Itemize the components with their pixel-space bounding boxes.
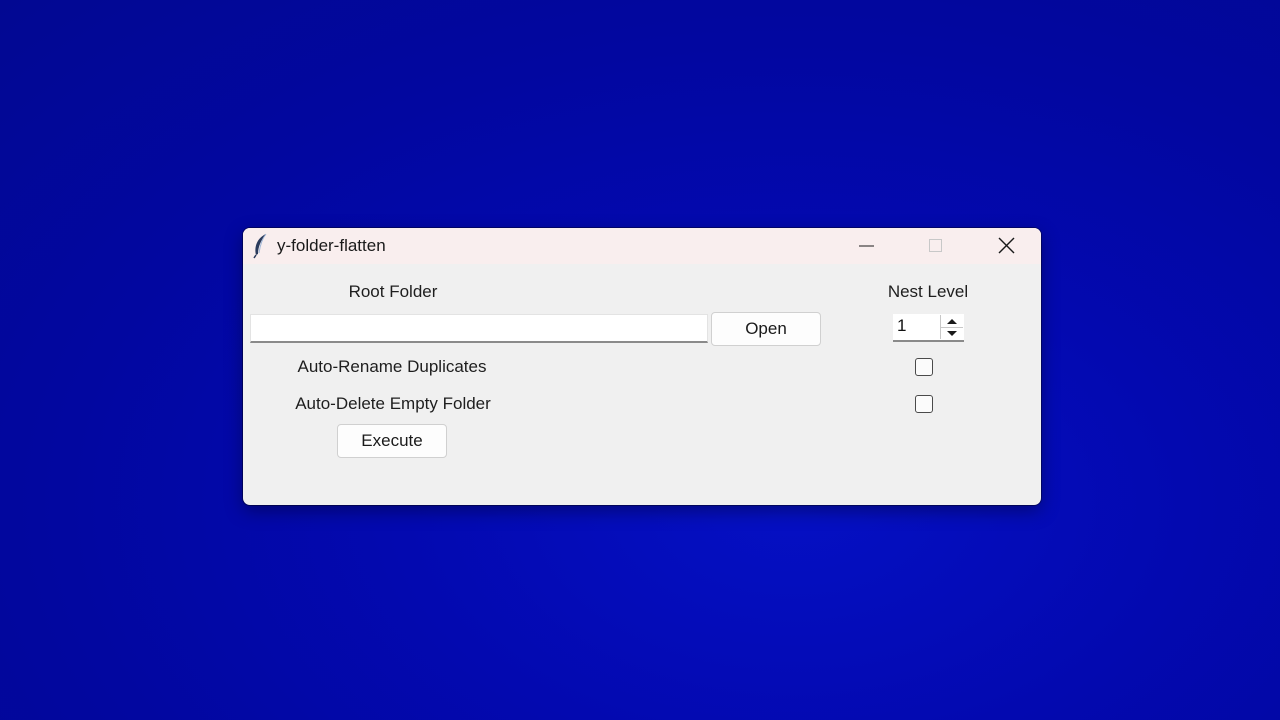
minimize-icon bbox=[859, 245, 874, 247]
minimize-button[interactable] bbox=[843, 228, 889, 264]
auto-delete-label: Auto-Delete Empty Folder bbox=[295, 394, 491, 413]
feather-icon bbox=[251, 233, 269, 259]
auto-rename-checkbox[interactable] bbox=[915, 358, 933, 376]
close-button[interactable] bbox=[983, 228, 1029, 264]
arrow-down-icon bbox=[947, 331, 957, 336]
root-folder-label: Root Folder bbox=[348, 282, 438, 301]
root-folder-input[interactable] bbox=[250, 314, 708, 343]
open-button[interactable]: Open bbox=[711, 312, 821, 346]
title-bar[interactable]: y-folder-flatten bbox=[243, 228, 1041, 264]
nest-level-label: Nest Level bbox=[887, 282, 969, 301]
spin-arrows bbox=[940, 315, 963, 339]
window-title: y-folder-flatten bbox=[277, 236, 386, 255]
spin-down-button[interactable] bbox=[941, 327, 963, 339]
nest-level-spinbox[interactable]: 1 bbox=[893, 314, 964, 342]
arrow-up-icon bbox=[947, 319, 957, 324]
nest-level-value[interactable]: 1 bbox=[897, 316, 906, 336]
app-window: y-folder-flatten Root Folder Nest Level … bbox=[243, 228, 1041, 505]
maximize-icon bbox=[929, 239, 942, 252]
execute-button[interactable]: Execute bbox=[337, 424, 447, 458]
maximize-button[interactable] bbox=[912, 228, 958, 264]
auto-rename-label: Auto-Rename Duplicates bbox=[297, 357, 487, 376]
close-icon bbox=[998, 237, 1015, 254]
auto-delete-checkbox[interactable] bbox=[915, 395, 933, 413]
